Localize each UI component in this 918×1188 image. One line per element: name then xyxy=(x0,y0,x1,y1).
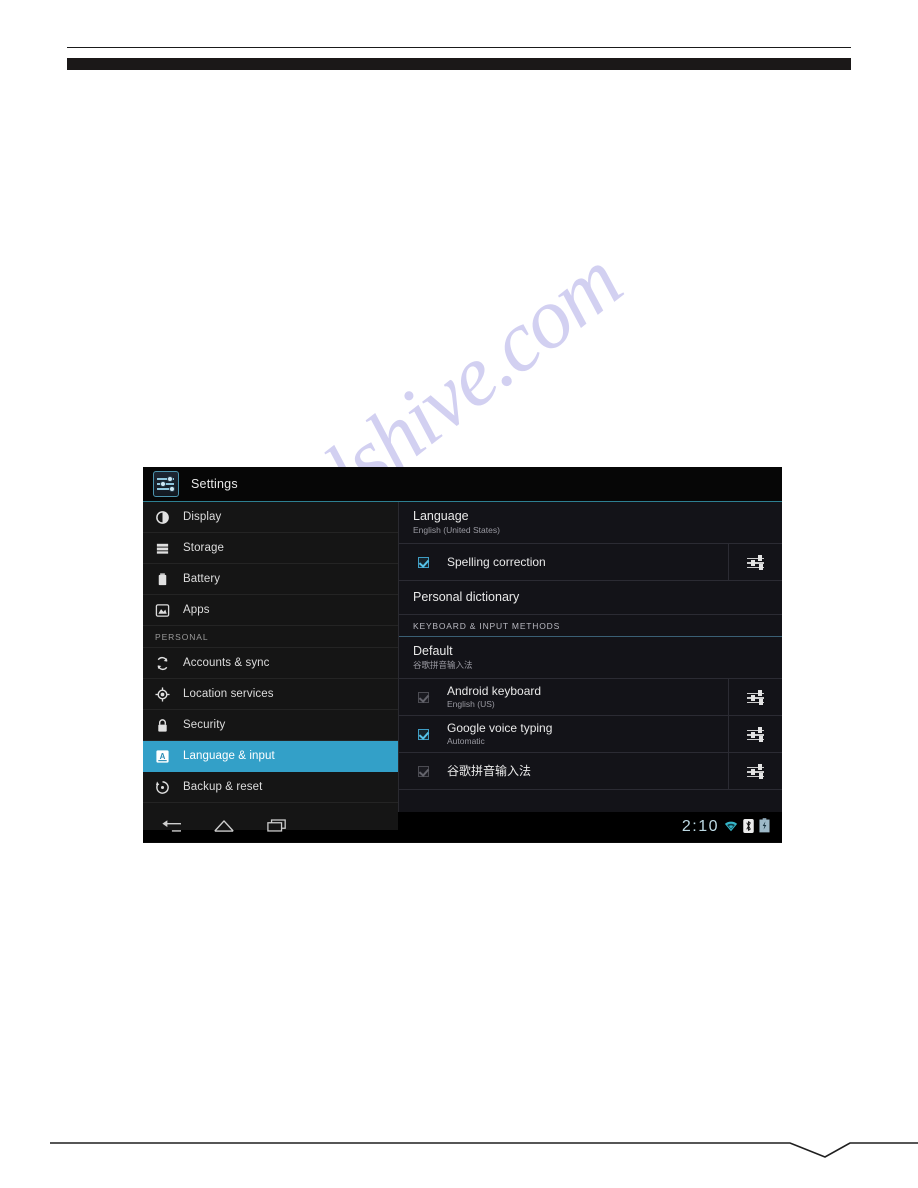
android-keyboard-settings-button[interactable] xyxy=(728,679,782,715)
google-pinyin-row[interactable]: 谷歌拼音输入法 xyxy=(399,753,782,790)
sidebar-item-accounts-sync[interactable]: Accounts & sync xyxy=(143,648,398,679)
android-keyboard-sublabel: English (US) xyxy=(447,699,495,709)
app-title: Settings xyxy=(191,477,238,491)
sync-icon xyxy=(155,656,170,671)
page-bottom-rule xyxy=(50,1135,918,1161)
back-icon[interactable] xyxy=(161,818,185,836)
google-pinyin-settings-button[interactable] xyxy=(728,753,782,789)
sidebar-item-location-services[interactable]: Location services xyxy=(143,679,398,710)
google-pinyin-label: 谷歌拼音输入法 xyxy=(447,763,532,778)
lock-icon xyxy=(155,718,170,733)
google-voice-typing-settings-button[interactable] xyxy=(728,716,782,752)
android-keyboard-checkbox-wrap[interactable] xyxy=(399,691,447,703)
personal-dictionary-row[interactable]: Personal dictionary xyxy=(399,581,782,615)
spelling-correction-label: Spelling correction xyxy=(447,554,546,569)
sliders-icon xyxy=(747,727,764,742)
status-clock: 2:10 xyxy=(681,818,719,835)
sliders-icon xyxy=(747,764,764,779)
sidebar-section-personal: PERSONAL xyxy=(143,626,398,648)
default-subtitle: 谷歌拼音输入法 xyxy=(413,660,473,670)
battery-icon xyxy=(155,572,170,587)
apps-icon xyxy=(155,603,170,618)
spelling-correction-settings-button[interactable] xyxy=(728,544,782,580)
recents-icon[interactable] xyxy=(267,818,287,836)
sidebar-item-security[interactable]: Security xyxy=(143,710,398,741)
sidebar-item-storage[interactable]: Storage xyxy=(143,533,398,564)
google-voice-typing-label: Google voice typing xyxy=(447,721,553,735)
google-voice-typing-sublabel: Automatic xyxy=(447,736,485,746)
language-title: Language xyxy=(413,509,469,523)
sidebar-item-label: Accounts & sync xyxy=(183,657,270,669)
sidebar-item-label: Battery xyxy=(183,573,221,585)
sidebar-item-label: Storage xyxy=(183,542,224,554)
storage-icon xyxy=(155,541,170,556)
page-top-bar xyxy=(67,58,851,70)
google-voice-typing-row[interactable]: Google voice typing Automatic xyxy=(399,716,782,753)
google-pinyin-checkbox-wrap[interactable] xyxy=(399,765,447,777)
sidebar-item-label: Apps xyxy=(183,604,210,616)
action-bar: Settings xyxy=(143,467,782,502)
battery-charging-icon xyxy=(759,818,770,836)
home-icon[interactable] xyxy=(213,818,235,836)
default-title: Default xyxy=(413,644,453,658)
sidebar-item-backup-reset[interactable]: Backup & reset xyxy=(143,772,398,803)
device-body: Display Storage Battery Apps PERSONAL Ac… xyxy=(143,502,782,830)
brightness-icon xyxy=(155,510,170,525)
sidebar-item-label: Security xyxy=(183,719,226,731)
status-icons: 2:10 xyxy=(682,818,770,836)
language-row[interactable]: Language English (United States) xyxy=(399,502,782,544)
language-subtitle: English (United States) xyxy=(413,525,500,535)
android-keyboard-row[interactable]: Android keyboard English (US) xyxy=(399,679,782,716)
sliders-icon xyxy=(747,690,764,705)
settings-content: Language English (United States) Spellin… xyxy=(398,502,782,812)
language-a-icon: A xyxy=(155,749,170,764)
google-voice-typing-checkbox-wrap[interactable] xyxy=(399,728,447,740)
sidebar-item-label: Language & input xyxy=(183,750,275,762)
sidebar-item-label: Backup & reset xyxy=(183,781,263,793)
bluetooth-icon xyxy=(743,818,754,836)
spelling-correction-checkbox[interactable] xyxy=(417,556,429,568)
settings-sliders-icon xyxy=(153,471,179,497)
android-keyboard-texts: Android keyboard English (US) xyxy=(447,684,728,710)
settings-sidebar: Display Storage Battery Apps PERSONAL Ac… xyxy=(143,502,398,830)
sidebar-item-label: Location services xyxy=(183,688,274,700)
sidebar-item-language-input[interactable]: A Language & input xyxy=(143,741,398,772)
spelling-correction-texts: Spelling correction xyxy=(447,555,728,570)
spelling-correction-checkbox-wrap[interactable] xyxy=(399,556,447,568)
default-input-row[interactable]: Default 谷歌拼音输入法 xyxy=(399,637,782,679)
google-voice-typing-texts: Google voice typing Automatic xyxy=(447,721,728,747)
location-icon xyxy=(155,686,170,702)
sidebar-item-label: Display xyxy=(183,511,222,523)
tablet-screenshot: Settings Display Storage Battery Apps PE… xyxy=(143,467,782,843)
google-pinyin-checkbox[interactable] xyxy=(417,765,429,777)
google-pinyin-texts: 谷歌拼音输入法 xyxy=(447,764,728,779)
android-keyboard-checkbox[interactable] xyxy=(417,691,429,703)
backup-icon xyxy=(155,780,170,795)
spelling-correction-row[interactable]: Spelling correction xyxy=(399,544,782,581)
sidebar-item-battery[interactable]: Battery xyxy=(143,564,398,595)
svg-text:A: A xyxy=(160,751,166,760)
navbar-buttons xyxy=(161,818,287,836)
google-voice-typing-checkbox[interactable] xyxy=(417,728,429,740)
page-top-rule xyxy=(67,47,851,48)
android-keyboard-label: Android keyboard xyxy=(447,684,542,698)
sliders-icon xyxy=(747,555,764,570)
sidebar-item-display[interactable]: Display xyxy=(143,502,398,533)
page-bottom-rule-shape xyxy=(50,1142,918,1158)
wifi-icon xyxy=(724,819,738,836)
sidebar-item-apps[interactable]: Apps xyxy=(143,595,398,626)
keyboard-input-methods-header: KEYBOARD & INPUT METHODS xyxy=(399,615,782,637)
